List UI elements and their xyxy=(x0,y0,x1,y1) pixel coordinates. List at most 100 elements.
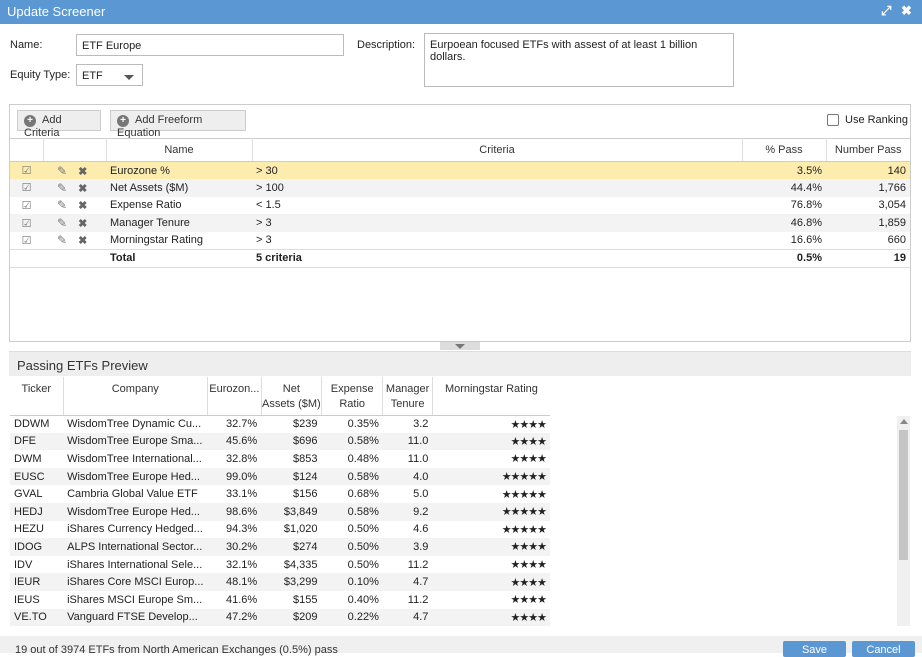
close-icon[interactable]: ✖ xyxy=(901,3,912,19)
rating-cell: ★★★★★ xyxy=(432,467,550,486)
delete-icon[interactable]: ✖ xyxy=(78,235,87,247)
delete-icon[interactable]: ✖ xyxy=(78,166,87,178)
col-criteria-header[interactable]: Criteria xyxy=(252,138,743,162)
net-assets-cell: $3,299 xyxy=(261,573,322,591)
col-expense-ratio-header[interactable]: Expense Ratio xyxy=(321,377,384,416)
expense-ratio-cell: 0.22% xyxy=(321,608,383,627)
eurozone-cell: 48.1% xyxy=(207,573,262,591)
col-manager-tenure-header[interactable]: Manager Tenure xyxy=(382,377,433,416)
expense-ratio-cell: 0.58% xyxy=(321,467,383,486)
total-pct: 0.5% xyxy=(742,248,826,268)
add-freeform-equation-button[interactable]: + Add Freeform Equation xyxy=(110,110,246,139)
edit-icon[interactable]: ✎ xyxy=(57,233,67,247)
table-row[interactable]: IDV iShares International Sele... 32.1% $4,… xyxy=(10,556,550,574)
col-eurozone-header[interactable]: Eurozon... xyxy=(207,377,262,416)
manager-tenure-cell: 4.6 xyxy=(413,523,429,536)
equity-type-select[interactable]: ETF xyxy=(76,64,143,86)
status-text: 19 out of 3974 ETFs from North American … xyxy=(15,644,338,656)
col-number-pass-header[interactable]: Number Pass xyxy=(826,138,910,162)
table-row[interactable]: DDWM WisdomTree Dynamic Cu... 32.7% $239 0.3… xyxy=(10,415,550,433)
name-input[interactable]: ETF Europe xyxy=(76,34,344,56)
company-cell: iShares International Sele... xyxy=(67,558,203,571)
cancel-button[interactable]: Cancel xyxy=(852,641,915,657)
delete-icon[interactable]: ✖ xyxy=(78,218,87,230)
check-icon[interactable]: ☑ xyxy=(22,182,32,194)
table-row[interactable]: HEDJ WisdomTree Europe Hed... 98.6% $3,849 0… xyxy=(10,502,550,521)
eurozone-cell: 32.7% xyxy=(226,418,258,431)
table-row[interactable]: VE.TO Vanguard FTSE Develop... 47.2% $209 0.… xyxy=(10,608,550,627)
table-row[interactable]: EUSC WisdomTree Europe Hed... 99.0% $124 0.5… xyxy=(10,467,550,486)
description-textarea[interactable]: Eurpoean focused ETFs with assest of at … xyxy=(424,33,734,87)
delete-icon[interactable]: ✖ xyxy=(78,200,87,212)
company-cell: WisdomTree Europe Sma... xyxy=(63,432,208,451)
criteria-row[interactable]: ☑ ✎ ✖ Morningstar Rating > 3 16.6% 660 xyxy=(10,232,910,250)
check-icon[interactable]: ☑ xyxy=(22,200,32,212)
criteria-row[interactable]: ☑ ✎ ✖ Manager Tenure > 3 46.8% 1,859 xyxy=(10,214,910,232)
ticker-cell: EUSC xyxy=(10,467,64,486)
criteria-num: 1,859 xyxy=(826,214,910,232)
table-row[interactable]: DFE WisdomTree Europe Sma... 45.6% $696 0.58… xyxy=(10,432,550,451)
add-criteria-button[interactable]: + Add Criteria xyxy=(17,110,101,139)
criteria-row[interactable]: ☑ ✎ ✖ Net Assets ($M) > 100 44.4% 1,766 xyxy=(10,179,910,197)
eurozone-cell: 33.1% xyxy=(226,488,258,501)
criteria-row[interactable]: ☑ ✎ ✖ Eurozone % > 30 3.5% 140 xyxy=(10,161,910,180)
col-company-header[interactable]: Company xyxy=(63,377,208,416)
scrollbar-thumb[interactable] xyxy=(899,430,908,560)
criteria-total-row: Total 5 criteria 0.5% 19 xyxy=(10,248,910,268)
table-row[interactable]: GVAL Cambria Global Value ETF 33.1% $156 0.6… xyxy=(10,485,550,503)
eurozone-cell: 32.8% xyxy=(226,452,258,465)
col-morningstar-rating-header[interactable]: Morningstar Rating xyxy=(432,377,550,416)
preview-scrollbar[interactable] xyxy=(897,416,910,626)
manager-tenure-cell: 11.2 xyxy=(407,558,429,571)
splitter-handle[interactable] xyxy=(440,342,480,350)
use-ranking-label: Use Ranking xyxy=(845,114,908,126)
rating-cell: ★★★★ xyxy=(510,418,547,431)
edit-icon[interactable]: ✎ xyxy=(57,198,67,212)
use-ranking-checkbox[interactable] xyxy=(827,114,839,126)
table-row[interactable]: IDOG ALPS International Sector... 30.2% $27… xyxy=(10,538,550,556)
col-net-assets-header[interactable]: Net Assets ($M) xyxy=(261,377,322,416)
eurozone-cell: 47.2% xyxy=(207,608,262,627)
equity-type-label: Equity Type: xyxy=(10,69,71,81)
check-icon[interactable]: ☑ xyxy=(22,165,32,177)
expense-ratio-cell: 0.48% xyxy=(347,452,379,465)
chevron-down-icon xyxy=(124,75,134,80)
net-assets-cell: $156 xyxy=(293,488,318,501)
manager-tenure-cell: 3.9 xyxy=(382,538,433,556)
ticker-cell: HEZU xyxy=(14,523,44,536)
table-row[interactable]: HEZU iShares Currency Hedged... 94.3% $1,02… xyxy=(10,521,550,539)
manager-tenure-cell: 11.0 xyxy=(382,432,433,451)
criteria-expr: > 3 xyxy=(252,214,742,232)
col-name-header[interactable]: Name xyxy=(106,138,253,162)
check-icon[interactable]: ☑ xyxy=(22,235,32,247)
rating-cell: ★★★★ xyxy=(432,432,550,451)
manager-tenure-cell: 9.2 xyxy=(382,502,433,521)
rating-cell: ★★★★ xyxy=(510,559,547,572)
criteria-name: Expense Ratio xyxy=(110,199,182,212)
ticker-cell: IDOG xyxy=(10,538,64,556)
table-row[interactable]: IEUS iShares MSCI Europe Sm... 41.6% $155 0.… xyxy=(10,591,550,609)
table-row[interactable]: DWM WisdomTree International... 32.8% $853 0… xyxy=(10,450,550,468)
check-icon[interactable]: ☑ xyxy=(22,218,32,230)
col-ticker-header[interactable]: Ticker xyxy=(10,377,64,416)
title-bar: Update Screener ⤢ ✖ xyxy=(0,0,922,24)
net-assets-cell: $3,849 xyxy=(261,502,322,521)
save-button[interactable]: Save xyxy=(783,641,846,657)
edit-icon[interactable]: ✎ xyxy=(57,164,67,178)
edit-icon[interactable]: ✎ xyxy=(57,181,67,195)
col-pct-pass-header[interactable]: % Pass xyxy=(742,138,827,162)
criteria-num: 660 xyxy=(887,234,906,247)
scroll-up-icon[interactable] xyxy=(900,419,908,424)
criteria-row[interactable]: ☑ ✎ ✖ Expense Ratio < 1.5 76.8% 3,054 xyxy=(10,197,910,215)
table-row[interactable]: IEUR iShares Core MSCI Europ... 48.1% $3,29… xyxy=(10,573,550,591)
total-criteria: 5 criteria xyxy=(252,248,742,268)
criteria-pct: 3.5% xyxy=(742,161,826,180)
criteria-expr: > 30 xyxy=(252,161,742,180)
expand-icon[interactable]: ⤢ xyxy=(881,3,891,19)
delete-icon[interactable]: ✖ xyxy=(78,183,87,195)
edit-icon[interactable]: ✎ xyxy=(57,216,67,230)
net-assets-cell: $853 xyxy=(293,452,318,465)
expense-ratio-cell: 0.35% xyxy=(347,418,379,431)
manager-tenure-cell: 4.0 xyxy=(382,467,433,486)
rating-cell: ★★★★★ xyxy=(432,502,550,521)
